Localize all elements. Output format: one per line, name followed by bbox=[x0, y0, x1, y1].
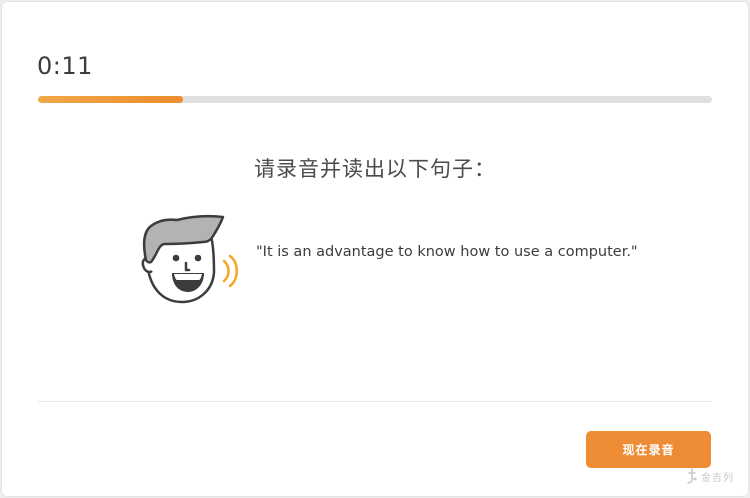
divider bbox=[38, 401, 712, 402]
instruction-title: 请录音并读出以下句子： bbox=[254, 157, 496, 181]
progress-fill bbox=[38, 96, 183, 103]
sentence-to-read: "It is an advantage to know how to use a… bbox=[256, 244, 638, 260]
progress-bar bbox=[38, 96, 712, 103]
speaking-man-icon bbox=[141, 214, 238, 304]
watermark: 金吉列 bbox=[686, 468, 734, 484]
watermark-text: 金吉列 bbox=[701, 472, 734, 484]
logo-icon bbox=[687, 468, 697, 484]
timer: 0:11 bbox=[37, 52, 93, 80]
record-now-button[interactable]: 现在录音 bbox=[586, 431, 711, 468]
